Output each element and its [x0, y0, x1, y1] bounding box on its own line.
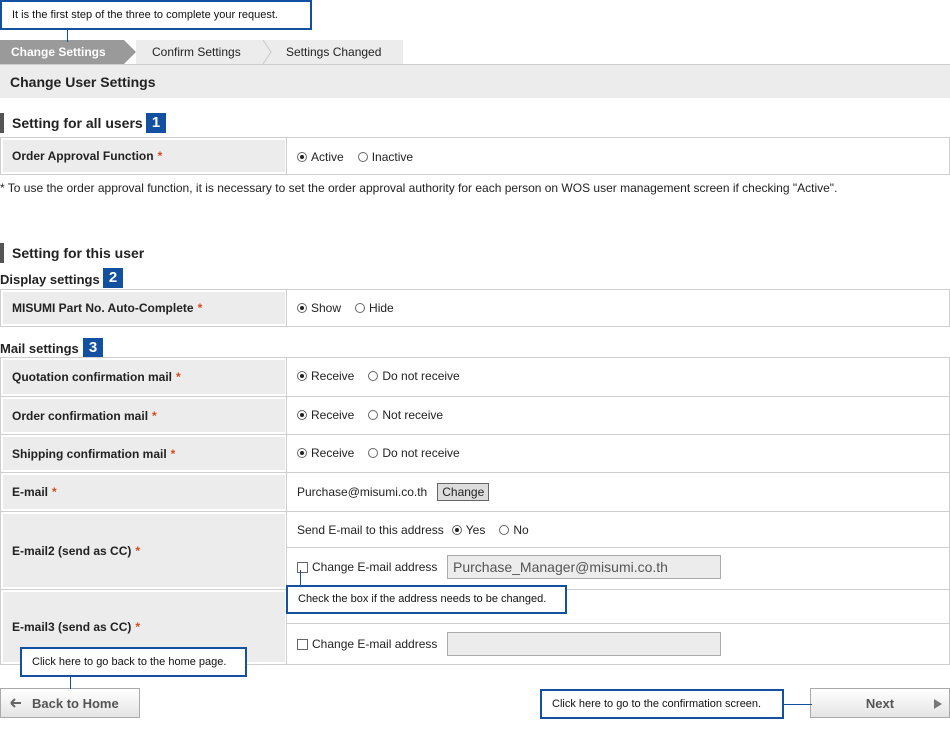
page-title: Change User Settings	[10, 74, 156, 90]
radio-shipping-not-receive[interactable]: Do not receive	[368, 446, 460, 460]
play-arrow-icon	[934, 699, 942, 709]
radio-shipping-receive[interactable]: Receive	[297, 446, 354, 460]
quotation-mail-row: Quotation confirmation mail * Receive Do …	[0, 357, 950, 396]
radio-selected-icon	[297, 410, 307, 420]
radio-active[interactable]: Active	[297, 150, 344, 164]
radio-empty-icon	[368, 410, 379, 420]
email3-input[interactable]	[447, 632, 721, 656]
send-email-label: Send E-mail to this address	[297, 523, 444, 537]
radio-empty-icon	[357, 152, 368, 162]
section-this-user: Setting for this user	[0, 243, 144, 263]
radio-inactive[interactable]: Inactive	[357, 150, 413, 164]
radio-order-receive[interactable]: Receive	[297, 408, 354, 422]
email2-input[interactable]: Purchase_Manager@misumi.co.th	[447, 555, 721, 579]
section-number-1: 1	[146, 113, 166, 133]
radio-show[interactable]: Show	[297, 301, 341, 315]
radio-quotation-not-receive[interactable]: Do not receive	[368, 369, 460, 383]
radio-selected-icon	[451, 525, 462, 535]
display-settings-heading: Display settings	[0, 272, 100, 287]
radio-quotation-receive[interactable]: Receive	[297, 369, 354, 383]
radio-order-not-receive[interactable]: Not receive	[368, 408, 443, 422]
next-callout: Click here to go to the confirmation scr…	[540, 689, 784, 719]
step-confirm-settings: Confirm Settings	[136, 40, 264, 64]
approval-note: * To use the order approval function, it…	[0, 181, 838, 195]
email3-change-label: Change E-mail address	[312, 637, 438, 651]
radio-send-no[interactable]: No	[499, 523, 529, 537]
next-button[interactable]: Next	[810, 688, 950, 718]
autocomplete-label: MISUMI Part No. Auto-Complete *	[3, 292, 285, 324]
autocomplete-row: MISUMI Part No. Auto-Complete * Show Hide	[0, 289, 950, 327]
step-callout: It is the first step of the three to com…	[0, 0, 312, 30]
email-value: Purchase@misumi.co.th	[297, 485, 428, 499]
step-change-settings: Change Settings	[0, 40, 136, 64]
radio-send-yes[interactable]: Yes	[451, 523, 485, 537]
radio-selected-icon	[297, 448, 307, 458]
shipping-mail-row: Shipping confirmation mail * Receive Do n…	[0, 434, 950, 472]
radio-hide[interactable]: Hide	[355, 301, 394, 315]
order-approval-row: Order Approval Function * Active Inactive	[0, 137, 950, 175]
radio-selected-icon	[297, 303, 307, 313]
checkbox-callout: Check the box if the address needs to be…	[286, 585, 567, 614]
email2-row: E-mail2 (send as CC) * Send E-mail to thi…	[0, 511, 950, 589]
section-number-2: 2	[103, 268, 123, 288]
progress-steps: Change Settings Confirm Settings Setting…	[0, 40, 403, 64]
quotation-mail-label: Quotation confirmation mail *	[3, 360, 285, 394]
email-change-button[interactable]: Change	[437, 483, 490, 501]
shipping-mail-label: Shipping confirmation mail *	[3, 437, 285, 470]
order-mail-row: Order confirmation mail * Receive Not rec…	[0, 396, 950, 434]
email2-label: E-mail2 (send as CC) *	[3, 514, 285, 587]
radio-empty-icon	[368, 448, 379, 458]
chevron-right-icon	[262, 40, 272, 64]
radio-empty-icon	[368, 371, 379, 381]
back-to-home-button[interactable]: Back to Home	[0, 688, 140, 718]
section-number-3: 3	[83, 338, 103, 358]
email-label: E-mail *	[3, 475, 285, 509]
email2-change-label: Change E-mail address	[312, 560, 438, 574]
email2-change-checkbox[interactable]	[297, 561, 308, 573]
radio-selected-icon	[297, 371, 307, 381]
order-mail-label: Order confirmation mail *	[3, 399, 285, 432]
mail-settings-heading: Mail settings	[0, 341, 79, 356]
radio-empty-icon	[355, 303, 366, 313]
section-all-users: Setting for all users	[0, 113, 143, 133]
order-approval-label: Order Approval Function *	[3, 140, 285, 172]
email3-change-checkbox[interactable]	[297, 638, 308, 650]
radio-empty-icon	[499, 525, 510, 535]
step-settings-changed: Settings Changed	[264, 40, 403, 64]
back-arrow-icon	[10, 698, 21, 708]
home-callout: Click here to go back to the home page.	[20, 647, 247, 677]
radio-selected-icon	[297, 152, 307, 162]
email-row: E-mail * Purchase@misumi.co.th Change	[0, 472, 950, 511]
